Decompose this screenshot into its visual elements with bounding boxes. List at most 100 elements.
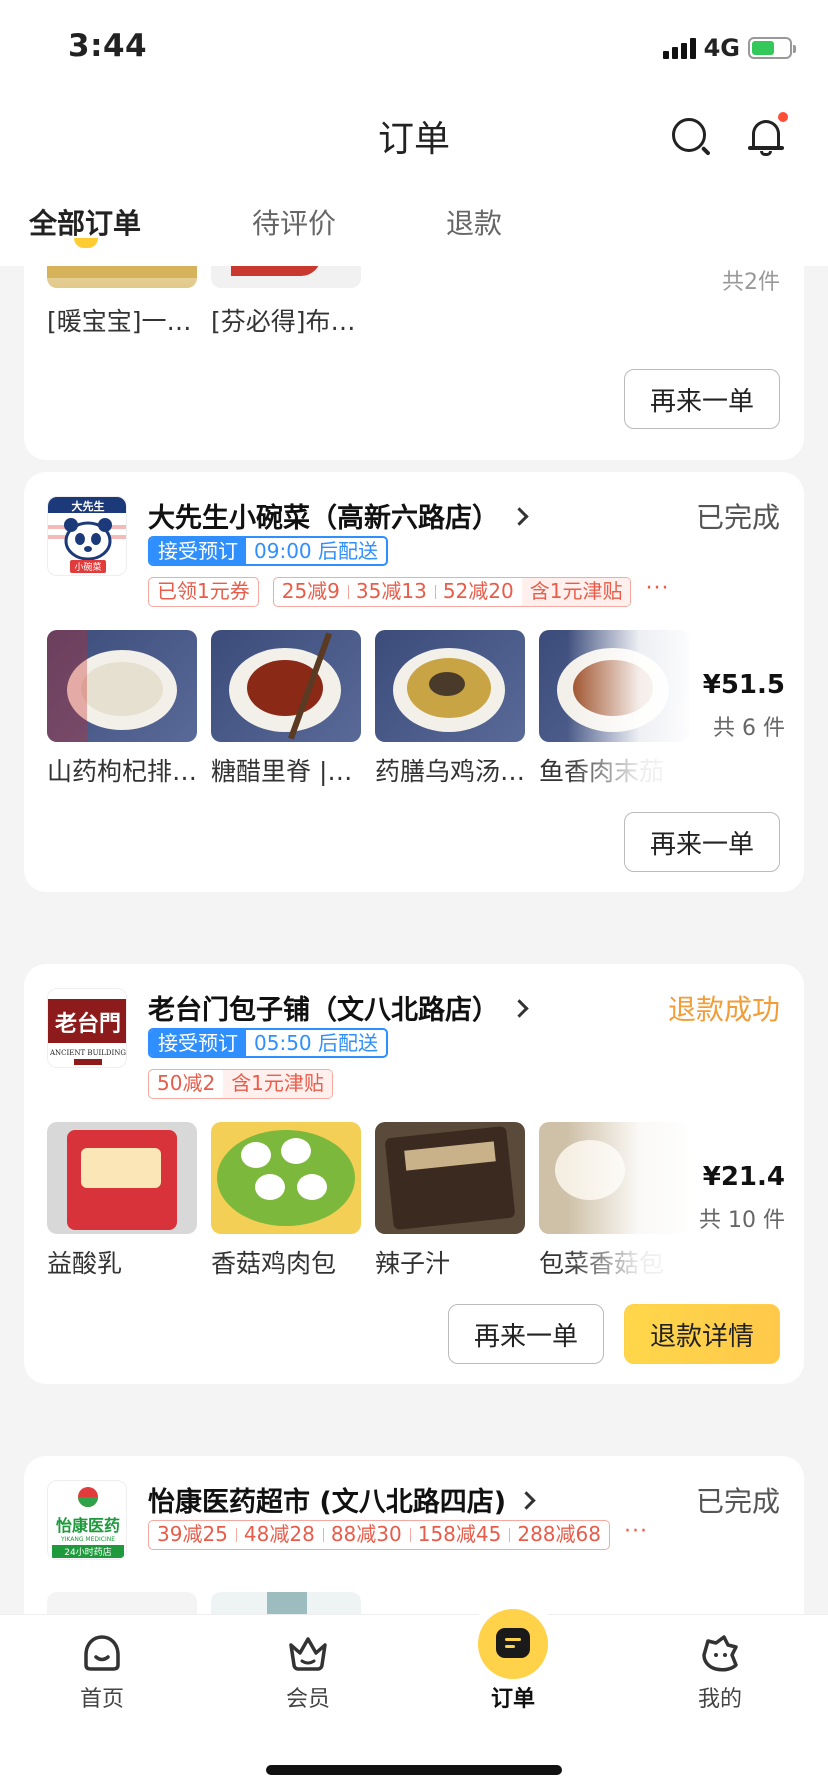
promotions: 50减2 含1元津贴: [148, 1069, 333, 1099]
profile-icon: [698, 1631, 742, 1675]
item-name: [芬必得]布…: [211, 307, 356, 336]
discount-tag: 88减30: [322, 1521, 410, 1549]
order-card: 怡康医药 YIKANG MEDICINE 24小时药店 怡康医药超市 (文八北路…: [24, 1456, 804, 1614]
reorder-button[interactable]: 再来一单: [448, 1304, 604, 1364]
nav-profile[interactable]: 我的: [660, 1615, 780, 1713]
booking-time: 09:00 后配送: [254, 539, 378, 563]
item-count: 共2件: [722, 270, 780, 295]
reorder-button[interactable]: 再来一单: [624, 369, 780, 429]
refund-detail-button[interactable]: 退款详情: [624, 1304, 780, 1364]
nav-label: 会员: [285, 1687, 330, 1712]
order-tabs: 全部订单 待评价 退款: [0, 196, 828, 266]
store-name: 老台门包子铺（文八北路店）: [148, 995, 499, 1026]
booking-time: 05:50 后配送: [254, 1031, 378, 1055]
store-logo[interactable]: 老台門 ANCIENT BUILDING: [47, 988, 127, 1068]
order-item[interactable]: 糖醋里脊 |…: [211, 630, 361, 788]
tab-pending-review[interactable]: 待评价: [252, 202, 336, 242]
store-logo[interactable]: 大先生 小碗菜: [47, 496, 127, 576]
nav-label: 首页: [79, 1687, 124, 1712]
booking-badge: 接受预订 09:00 后配送: [148, 536, 388, 566]
order-item[interactable]: [211, 1592, 361, 1614]
order-items: [47, 1592, 804, 1614]
home-icon: [80, 1631, 124, 1675]
discount-tag: 35减13: [347, 578, 435, 606]
order-status: 已完成: [695, 501, 780, 534]
tab-all-orders[interactable]: 全部订单: [29, 202, 141, 242]
order-item[interactable]: 药膳乌鸡汤…: [375, 630, 525, 788]
discount-tag: 50减2: [157, 1071, 216, 1095]
svg-text:怡康医药: 怡康医药: [56, 1516, 120, 1535]
discount-tag: 48减28: [235, 1521, 323, 1549]
booking-badge: 接受预订 05:50 后配送: [148, 1028, 388, 1058]
order-item[interactable]: [芬必得]布…: [211, 266, 361, 338]
status-time: 3:44: [68, 28, 148, 64]
promotions: 已领1元券 25减9 35减13 52减20 含1元津贴 ···: [148, 577, 669, 607]
order-item[interactable]: 山药枸杞排…: [47, 630, 197, 788]
store-name: 怡康医药超市 (文八北路四店): [148, 1487, 507, 1518]
item-image: [47, 1122, 197, 1234]
svg-text:ANCIENT BUILDING: ANCIENT BUILDING: [49, 1049, 126, 1057]
order-status: 已完成: [695, 1485, 780, 1518]
item-name: 山药枸杞排…: [47, 757, 197, 786]
item-image: [375, 1122, 525, 1234]
item-count: 共 10 件: [699, 1208, 785, 1233]
item-name: 益酸乳: [47, 1249, 123, 1278]
subsidy-tag: 含1元津贴: [521, 578, 631, 606]
store-name-link[interactable]: 老台门包子铺（文八北路店）: [148, 988, 529, 1027]
battery-icon: [748, 37, 796, 59]
discount-badges: 39减25 48减28 88减30 158减45 288减68: [148, 1520, 610, 1550]
order-item[interactable]: 益酸乳: [47, 1122, 197, 1280]
reorder-button[interactable]: 再来一单: [624, 812, 780, 872]
yikang-logo-icon: 怡康医药 YIKANG MEDICINE 24小时药店: [48, 1481, 126, 1559]
svg-text:YIKANG MEDICINE: YIKANG MEDICINE: [60, 1536, 115, 1543]
order-item[interactable]: [暖宝宝]一…: [47, 266, 197, 338]
order-items: 益酸乳 香菇鸡肉包 辣子汁 ¥21.4 共 10 件: [47, 1122, 804, 1312]
nav-home[interactable]: 首页: [42, 1615, 162, 1713]
booking-tag: 接受预订: [150, 538, 246, 564]
order-card: 老台門 ANCIENT BUILDING 老台门包子铺（文八北路店） 退款成功 …: [24, 964, 804, 1384]
svg-text:老台門: 老台門: [54, 1011, 121, 1037]
order-list[interactable]: [暖宝宝]一… [芬必得]布… 共2件 再来一单 大先生 小碗菜 大先生小碗菜（…: [0, 266, 828, 1614]
top-bar: 3:44 4G 订单 全部订单 待评价 退款: [0, 0, 828, 266]
svg-text:小碗菜: 小碗菜: [74, 561, 101, 573]
item-image: [47, 630, 197, 742]
order-item[interactable]: [47, 1592, 197, 1614]
discount-tag: 39减25: [157, 1522, 228, 1546]
chevron-right-icon: [510, 507, 529, 526]
item-count: 共 6 件: [713, 716, 785, 741]
store-name-link[interactable]: 怡康医药超市 (文八北路四店): [148, 1480, 536, 1519]
order-items: 山药枸杞排… 糖醋里脊 |… 药膳乌鸡汤… ¥51.5 共 6 件: [47, 630, 804, 820]
order-total: ¥51.5: [702, 670, 785, 700]
store-name-link[interactable]: 大先生小碗菜（高新六路店）: [148, 496, 529, 535]
order-card: [暖宝宝]一… [芬必得]布… 共2件 再来一单: [24, 266, 804, 460]
item-name: [暖宝宝]一…: [47, 307, 192, 336]
item-image: [211, 1122, 361, 1234]
more-promos-icon[interactable]: ···: [624, 1520, 648, 1550]
item-name: 香菇鸡肉包: [211, 1249, 337, 1278]
nav-orders[interactable]: 订单: [453, 1615, 573, 1713]
svg-text:24小时药店: 24小时药店: [64, 1546, 111, 1558]
nav-member[interactable]: 会员: [248, 1615, 368, 1713]
tab-refund[interactable]: 退款: [446, 202, 502, 242]
svg-text:大先生: 大先生: [72, 499, 105, 513]
order-item[interactable]: 辣子汁: [375, 1122, 525, 1280]
store-logo[interactable]: 怡康医药 YIKANG MEDICINE 24小时药店: [47, 1480, 127, 1560]
item-image: [375, 630, 525, 742]
discount-tag: 25减9: [281, 579, 340, 603]
search-icon[interactable]: [672, 118, 706, 152]
nav-label: 我的: [697, 1687, 742, 1712]
order-total: ¥21.4: [702, 1162, 785, 1192]
chevron-right-icon: [510, 999, 529, 1018]
discount-tag: 158减45: [409, 1521, 510, 1549]
more-promos-icon[interactable]: ···: [645, 577, 669, 607]
active-tab-indicator: [74, 238, 98, 248]
item-image: [211, 1592, 361, 1614]
chevron-right-icon: [517, 1491, 536, 1510]
item-name: 辣子汁: [375, 1249, 451, 1278]
item-name: 药膳乌鸡汤…: [375, 757, 525, 786]
discount-tag: 288减68: [509, 1521, 609, 1549]
notification-bell-icon[interactable]: [748, 112, 788, 156]
order-item[interactable]: 香菇鸡肉包: [211, 1122, 361, 1280]
item-name: 糖醋里脊 |…: [211, 757, 353, 786]
discount-tag: 52减20: [434, 578, 522, 606]
